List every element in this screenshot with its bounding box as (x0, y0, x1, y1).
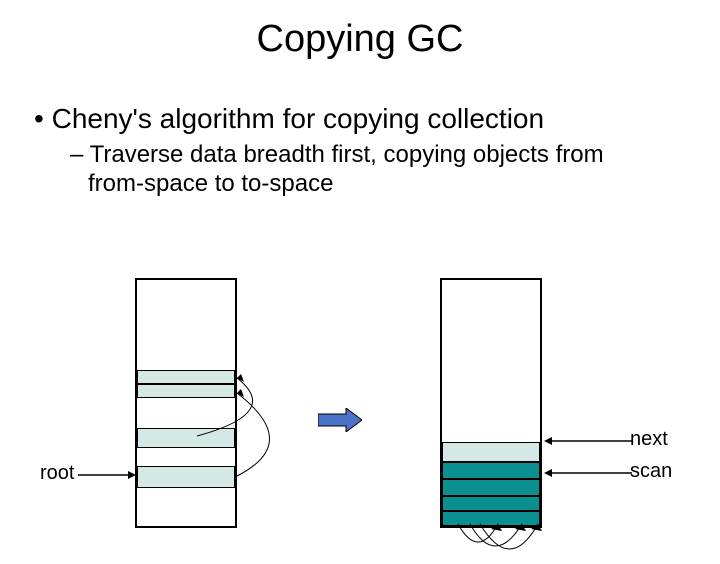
next-arrow-icon (542, 436, 632, 446)
bullet2-text: Traverse data breadth first, copying obj… (88, 141, 604, 197)
bullet-level-1: • Cheny's algorithm for copying collecti… (34, 103, 720, 135)
to-space-cell (442, 462, 540, 479)
to-space-root-cell (442, 442, 540, 462)
from-space-cell (137, 466, 235, 488)
from-space-cell (137, 370, 235, 384)
slide-title: Copying GC (0, 18, 720, 61)
root-arrow-icon (78, 470, 136, 480)
forward-pointer-arcs-left (237, 278, 327, 528)
next-label: next (630, 428, 668, 451)
reference-arcs-right (440, 524, 544, 564)
to-space-cell (442, 479, 540, 496)
scan-arrow-icon (542, 468, 632, 478)
scan-label: scan (630, 460, 672, 483)
from-space-cell (137, 384, 235, 398)
from-space-box (135, 278, 237, 528)
to-space-cell (442, 496, 540, 511)
bullet1-text: Cheny's algorithm for copying collection (52, 103, 544, 134)
root-label: root (40, 462, 74, 485)
to-space-box (440, 278, 542, 528)
diagram-area: root next scan (0, 278, 720, 558)
bullet-level-2: – Traverse data breadth first, copying o… (70, 141, 660, 199)
from-space-cell (137, 428, 235, 448)
bullet-list: • Cheny's algorithm for copying collecti… (0, 103, 720, 199)
